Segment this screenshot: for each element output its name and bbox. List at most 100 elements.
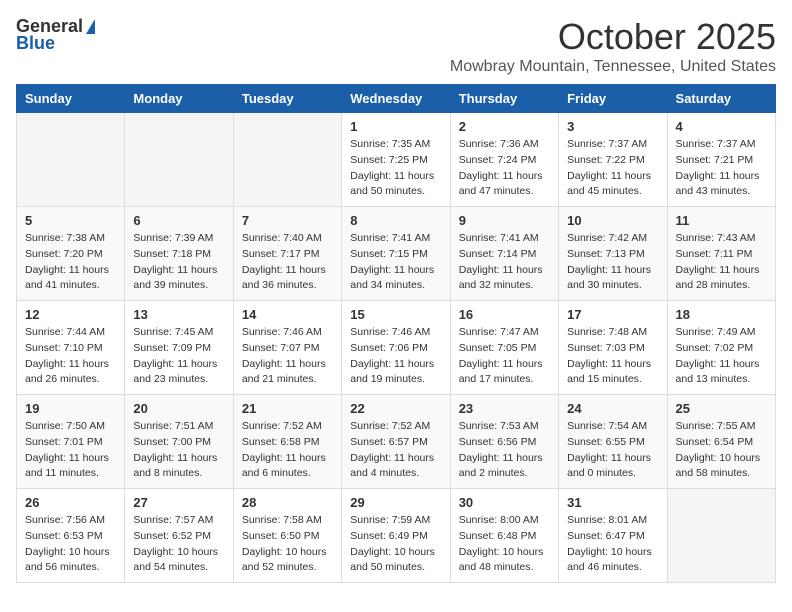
day-info: Sunrise: 7:59 AMSunset: 6:49 PMDaylight:… — [350, 513, 441, 576]
day-info: Sunrise: 7:56 AMSunset: 6:53 PMDaylight:… — [25, 513, 116, 576]
calendar-cell: 2 Sunrise: 7:36 AMSunset: 7:24 PMDaylight… — [450, 113, 558, 207]
day-number: 11 — [676, 213, 767, 228]
day-info: Sunrise: 7:40 AMSunset: 7:17 PMDaylight:… — [242, 231, 333, 294]
day-number: 10 — [567, 213, 658, 228]
day-number: 13 — [133, 307, 224, 322]
day-info: Sunrise: 7:46 AMSunset: 7:06 PMDaylight:… — [350, 325, 441, 388]
calendar-cell: 8 Sunrise: 7:41 AMSunset: 7:15 PMDaylight… — [342, 207, 450, 301]
day-info: Sunrise: 7:49 AMSunset: 7:02 PMDaylight:… — [676, 325, 767, 388]
day-info: Sunrise: 7:44 AMSunset: 7:10 PMDaylight:… — [25, 325, 116, 388]
day-number: 26 — [25, 495, 116, 510]
day-info: Sunrise: 7:47 AMSunset: 7:05 PMDaylight:… — [459, 325, 550, 388]
day-info: Sunrise: 7:51 AMSunset: 7:00 PMDaylight:… — [133, 419, 224, 482]
calendar-cell: 17Sunrise: 7:48 AMSunset: 7:03 PMDayligh… — [559, 301, 667, 395]
calendar-cell: 1 Sunrise: 7:35 AMSunset: 7:25 PMDaylight… — [342, 113, 450, 207]
day-info: Sunrise: 7:36 AMSunset: 7:24 PMDaylight:… — [459, 137, 550, 200]
weekday-header-monday: Monday — [125, 85, 233, 113]
logo-blue-text: Blue — [16, 33, 55, 54]
day-info: Sunrise: 7:35 AMSunset: 7:25 PMDaylight:… — [350, 137, 441, 200]
day-info: Sunrise: 7:55 AMSunset: 6:54 PMDaylight:… — [676, 419, 767, 482]
weekday-header-saturday: Saturday — [667, 85, 775, 113]
day-info: Sunrise: 8:01 AMSunset: 6:47 PMDaylight:… — [567, 513, 658, 576]
calendar-cell: 28Sunrise: 7:58 AMSunset: 6:50 PMDayligh… — [233, 489, 341, 583]
calendar-cell: 26 Sunrise: 7:56 AMSunset: 6:53 PMDayligh… — [17, 489, 125, 583]
logo: General Blue — [16, 16, 96, 54]
calendar-cell: 10 Sunrise: 7:42 AMSunset: 7:13 PMDayligh… — [559, 207, 667, 301]
calendar-cell: 31Sunrise: 8:01 AMSunset: 6:47 PMDayligh… — [559, 489, 667, 583]
day-info: Sunrise: 7:50 AMSunset: 7:01 PMDaylight:… — [25, 419, 116, 482]
calendar-cell: 25 Sunrise: 7:55 AMSunset: 6:54 PMDayligh… — [667, 395, 775, 489]
calendar-cell: 13Sunrise: 7:45 AMSunset: 7:09 PMDayligh… — [125, 301, 233, 395]
calendar-cell: 18 Sunrise: 7:49 AMSunset: 7:02 PMDayligh… — [667, 301, 775, 395]
calendar-cell — [667, 489, 775, 583]
calendar-cell: 20 Sunrise: 7:51 AMSunset: 7:00 PMDayligh… — [125, 395, 233, 489]
day-number: 21 — [242, 401, 333, 416]
day-info: Sunrise: 7:54 AMSunset: 6:55 PMDaylight:… — [567, 419, 658, 482]
week-row-1: 1 Sunrise: 7:35 AMSunset: 7:25 PMDaylight… — [17, 113, 776, 207]
calendar-cell: 21 Sunrise: 7:52 AMSunset: 6:58 PMDayligh… — [233, 395, 341, 489]
weekday-header-friday: Friday — [559, 85, 667, 113]
day-number: 12 — [25, 307, 116, 322]
day-number: 16 — [459, 307, 550, 322]
day-number: 30 — [459, 495, 550, 510]
day-number: 18 — [676, 307, 767, 322]
day-number: 2 — [459, 119, 550, 134]
week-row-2: 5 Sunrise: 7:38 AMSunset: 7:20 PMDaylight… — [17, 207, 776, 301]
day-info: Sunrise: 7:38 AMSunset: 7:20 PMDaylight:… — [25, 231, 116, 294]
calendar-cell: 11Sunrise: 7:43 AMSunset: 7:11 PMDayligh… — [667, 207, 775, 301]
day-info: Sunrise: 7:52 AMSunset: 6:57 PMDaylight:… — [350, 419, 441, 482]
calendar-cell: 5 Sunrise: 7:38 AMSunset: 7:20 PMDaylight… — [17, 207, 125, 301]
weekday-header-sunday: Sunday — [17, 85, 125, 113]
day-info: Sunrise: 7:41 AMSunset: 7:14 PMDaylight:… — [459, 231, 550, 294]
day-number: 1 — [350, 119, 441, 134]
title-area: October 2025 Mowbray Mountain, Tennessee… — [450, 16, 776, 76]
day-number: 27 — [133, 495, 224, 510]
weekday-header-row: SundayMondayTuesdayWednesdayThursdayFrid… — [17, 85, 776, 113]
calendar-cell: 16 Sunrise: 7:47 AMSunset: 7:05 PMDayligh… — [450, 301, 558, 395]
calendar-cell: 29 Sunrise: 7:59 AMSunset: 6:49 PMDayligh… — [342, 489, 450, 583]
day-info: Sunrise: 7:37 AMSunset: 7:21 PMDaylight:… — [676, 137, 767, 200]
day-info: Sunrise: 7:41 AMSunset: 7:15 PMDaylight:… — [350, 231, 441, 294]
day-number: 8 — [350, 213, 441, 228]
day-number: 25 — [676, 401, 767, 416]
calendar-cell: 9 Sunrise: 7:41 AMSunset: 7:14 PMDaylight… — [450, 207, 558, 301]
calendar-cell: 19Sunrise: 7:50 AMSunset: 7:01 PMDayligh… — [17, 395, 125, 489]
day-number: 20 — [133, 401, 224, 416]
day-number: 14 — [242, 307, 333, 322]
day-info: Sunrise: 7:46 AMSunset: 7:07 PMDaylight:… — [242, 325, 333, 388]
calendar-cell — [125, 113, 233, 207]
day-number: 17 — [567, 307, 658, 322]
calendar-cell: 24 Sunrise: 7:54 AMSunset: 6:55 PMDayligh… — [559, 395, 667, 489]
day-number: 7 — [242, 213, 333, 228]
weekday-header-thursday: Thursday — [450, 85, 558, 113]
calendar-cell: 22 Sunrise: 7:52 AMSunset: 6:57 PMDayligh… — [342, 395, 450, 489]
day-info: Sunrise: 7:39 AMSunset: 7:18 PMDaylight:… — [133, 231, 224, 294]
day-number: 5 — [25, 213, 116, 228]
day-info: Sunrise: 8:00 AMSunset: 6:48 PMDaylight:… — [459, 513, 550, 576]
day-number: 24 — [567, 401, 658, 416]
day-number: 29 — [350, 495, 441, 510]
week-row-3: 12 Sunrise: 7:44 AMSunset: 7:10 PMDayligh… — [17, 301, 776, 395]
calendar-cell: 6 Sunrise: 7:39 AMSunset: 7:18 PMDaylight… — [125, 207, 233, 301]
day-number: 3 — [567, 119, 658, 134]
day-number: 9 — [459, 213, 550, 228]
day-info: Sunrise: 7:42 AMSunset: 7:13 PMDaylight:… — [567, 231, 658, 294]
calendar-cell: 7 Sunrise: 7:40 AMSunset: 7:17 PMDaylight… — [233, 207, 341, 301]
calendar-table: SundayMondayTuesdayWednesdayThursdayFrid… — [16, 84, 776, 583]
day-number: 22 — [350, 401, 441, 416]
day-info: Sunrise: 7:58 AMSunset: 6:50 PMDaylight:… — [242, 513, 333, 576]
calendar-cell: 15Sunrise: 7:46 AMSunset: 7:06 PMDayligh… — [342, 301, 450, 395]
calendar-cell — [17, 113, 125, 207]
day-info: Sunrise: 7:52 AMSunset: 6:58 PMDaylight:… — [242, 419, 333, 482]
day-info: Sunrise: 7:37 AMSunset: 7:22 PMDaylight:… — [567, 137, 658, 200]
week-row-4: 19Sunrise: 7:50 AMSunset: 7:01 PMDayligh… — [17, 395, 776, 489]
calendar-cell: 3 Sunrise: 7:37 AMSunset: 7:22 PMDaylight… — [559, 113, 667, 207]
calendar-cell: 4Sunrise: 7:37 AMSunset: 7:21 PMDaylight… — [667, 113, 775, 207]
week-row-5: 26 Sunrise: 7:56 AMSunset: 6:53 PMDayligh… — [17, 489, 776, 583]
calendar-cell — [233, 113, 341, 207]
calendar-cell: 12 Sunrise: 7:44 AMSunset: 7:10 PMDayligh… — [17, 301, 125, 395]
weekday-header-tuesday: Tuesday — [233, 85, 341, 113]
calendar-cell: 14 Sunrise: 7:46 AMSunset: 7:07 PMDayligh… — [233, 301, 341, 395]
location-subtitle: Mowbray Mountain, Tennessee, United Stat… — [450, 58, 776, 76]
day-number: 6 — [133, 213, 224, 228]
